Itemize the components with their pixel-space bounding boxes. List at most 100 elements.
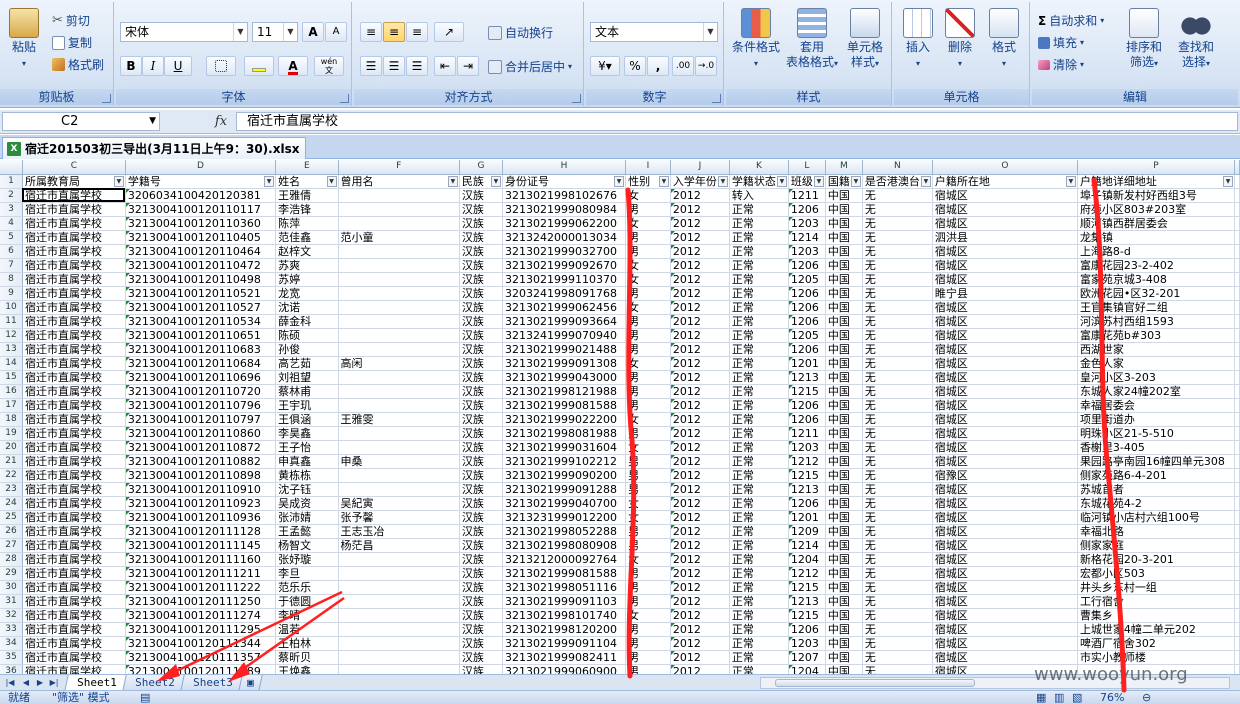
copy-button[interactable]: 复制 — [52, 34, 92, 51]
cell[interactable]: 3213004100120110882 — [125, 454, 277, 469]
cell[interactable]: 3213004100120110683 — [125, 342, 277, 357]
cell[interactable]: 2012 — [670, 510, 730, 525]
column-header[interactable]: H — [502, 160, 627, 175]
cell[interactable]: 宿迁市直属学校 — [22, 496, 126, 511]
column-header[interactable]: F — [338, 160, 460, 175]
cell[interactable]: 王宇玑 — [275, 398, 339, 413]
cell[interactable]: 范小童 — [338, 230, 460, 245]
cell[interactable]: 李晴 — [275, 608, 339, 623]
cell[interactable]: 无 — [862, 580, 933, 595]
row-header[interactable]: 34 — [0, 636, 23, 651]
sheet-tab-1[interactable]: Sheet1 — [64, 675, 130, 691]
cell[interactable]: 正常 — [729, 244, 789, 259]
cell[interactable]: 中国 — [825, 202, 863, 217]
cell[interactable]: 宿迁市直属学校 — [22, 608, 126, 623]
cell[interactable]: 3213004100120110796 — [125, 398, 277, 413]
cell[interactable]: 孙俊 — [275, 342, 339, 357]
cell[interactable]: 正常 — [729, 300, 789, 315]
cell[interactable]: 无 — [862, 496, 933, 511]
cut-button[interactable]: ✂ 剪切 — [52, 12, 90, 29]
cell[interactable]: 宿城区 — [932, 300, 1078, 315]
cell[interactable]: 男 — [625, 524, 671, 539]
cell[interactable]: 2012 — [670, 580, 730, 595]
cell[interactable]: 井头乡东村一组 — [1077, 580, 1236, 595]
row-header[interactable]: 3 — [0, 202, 23, 217]
cell[interactable]: 正常 — [729, 230, 789, 245]
cell[interactable]: 女 — [625, 510, 671, 525]
cell[interactable]: 2012 — [670, 230, 730, 245]
cell[interactable]: 无 — [862, 216, 933, 231]
cell[interactable]: 1209 — [788, 524, 826, 539]
align-right-button[interactable]: ☰ — [406, 56, 428, 76]
cell[interactable]: 蔡林甫 — [275, 384, 339, 399]
cell[interactable]: 1203 — [788, 440, 826, 455]
cell[interactable] — [338, 468, 460, 483]
cell[interactable]: 吴成资 — [275, 496, 339, 511]
row-header[interactable]: 1 — [0, 174, 23, 189]
cell[interactable]: 宿迁市直属学校 — [22, 482, 126, 497]
cell[interactable]: 宿城区 — [932, 482, 1078, 497]
cell[interactable]: 宿城区 — [932, 328, 1078, 343]
cell[interactable] — [1234, 216, 1240, 231]
cell[interactable]: 中国 — [825, 650, 863, 665]
cell[interactable]: 宿城区 — [932, 622, 1078, 637]
cell[interactable] — [1234, 272, 1240, 287]
zoom-out-icon[interactable]: ⊖ — [1142, 691, 1151, 704]
cell[interactable]: 沈子钰 — [275, 482, 339, 497]
page-layout-icon[interactable]: ▥ — [1054, 691, 1064, 704]
cell[interactable]: 3213021999092670 — [502, 258, 627, 273]
cell[interactable]: 中国 — [825, 384, 863, 399]
cell[interactable]: 宿迁市直属学校 — [22, 384, 126, 399]
header-cell[interactable]: 户籍所在地 ▼ — [932, 174, 1078, 189]
cell[interactable]: 宿迁市直属学校 — [22, 664, 126, 674]
filter-dropdown-icon[interactable]: ▼ — [813, 175, 824, 187]
cell[interactable]: 正常 — [729, 272, 789, 287]
underline-button[interactable]: U — [164, 56, 192, 76]
cell[interactable]: 1214 — [788, 230, 826, 245]
column-header[interactable]: K — [729, 160, 789, 175]
cell[interactable]: 正常 — [729, 216, 789, 231]
cell[interactable]: 3213212000092764 — [502, 552, 627, 567]
cell[interactable]: 宿迁市直属学校 — [22, 524, 126, 539]
cell[interactable]: 1215 — [788, 384, 826, 399]
cell[interactable] — [1234, 650, 1240, 665]
cell[interactable] — [338, 202, 460, 217]
cell[interactable]: 3213004100120111274 — [125, 608, 277, 623]
cell[interactable]: 正常 — [729, 510, 789, 525]
cell[interactable]: 转入 — [729, 188, 789, 203]
cell[interactable]: 中国 — [825, 230, 863, 245]
cell[interactable]: 1206 — [788, 286, 826, 301]
cell[interactable]: 1206 — [788, 314, 826, 329]
cell[interactable]: 2012 — [670, 650, 730, 665]
cell[interactable]: 吴紀寅 — [338, 496, 460, 511]
cell[interactable]: 中国 — [825, 258, 863, 273]
cell[interactable]: 正常 — [729, 370, 789, 385]
filter-dropdown-icon[interactable]: ▼ — [1223, 175, 1233, 187]
formula-input[interactable]: 宿迁市直属学校 — [236, 112, 1238, 131]
workbook-tab[interactable]: X 宿迁201503初三导出(3月11日上午9：30).xlsx — [2, 137, 307, 159]
cell[interactable]: 王志玉冶 — [338, 524, 460, 539]
cell[interactable]: 3213004100120110360 — [125, 216, 277, 231]
cell[interactable]: 3213004100120111128 — [125, 524, 277, 539]
cell[interactable]: 正常 — [729, 482, 789, 497]
cell[interactable]: 新格花园20-3-201 — [1077, 552, 1236, 567]
cell[interactable] — [338, 622, 460, 637]
filter-dropdown-icon[interactable]: ▼ — [920, 175, 931, 187]
cell[interactable]: 3213021998052288 — [502, 524, 627, 539]
cell[interactable]: 宿城区 — [932, 538, 1078, 553]
cell[interactable]: 1213 — [788, 594, 826, 609]
shrink-font-button[interactable]: A — [325, 22, 347, 42]
cell[interactable]: 2012 — [670, 594, 730, 609]
cell[interactable]: 李昊鑫 — [275, 426, 339, 441]
cell[interactable]: 宿城区 — [932, 202, 1078, 217]
cell[interactable]: 正常 — [729, 440, 789, 455]
comma-button[interactable]: , — [647, 56, 669, 76]
cell[interactable]: 中国 — [825, 594, 863, 609]
cell[interactable]: 汉族 — [459, 566, 503, 581]
row-header[interactable]: 4 — [0, 216, 23, 231]
cell[interactable]: 汉族 — [459, 412, 503, 427]
cell[interactable] — [1234, 426, 1240, 441]
cell[interactable]: 宿城区 — [932, 454, 1078, 469]
cell[interactable]: 宿城区 — [932, 524, 1078, 539]
cell[interactable]: 宿迁市直属学校 — [22, 328, 126, 343]
